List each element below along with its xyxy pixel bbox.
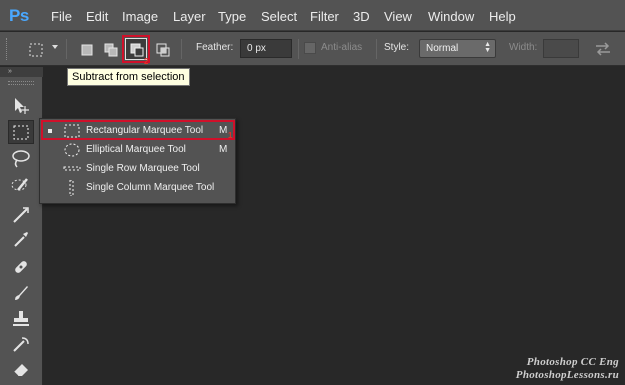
swap-arrows-icon[interactable] (594, 41, 612, 57)
quick-selection-icon (11, 178, 28, 191)
menu-type[interactable]: Type (218, 9, 246, 24)
panel-collapse-bar[interactable]: » (0, 67, 43, 77)
tool-move[interactable] (8, 94, 34, 118)
eraser-icon (13, 364, 28, 377)
width-input[interactable] (543, 39, 579, 58)
clone-stamp-icon (13, 311, 29, 326)
separator (66, 39, 67, 59)
flyout-item-single-row-marquee[interactable]: Single Row Marquee Tool (41, 159, 234, 178)
add-to-selection-button[interactable] (99, 38, 121, 60)
tooltip: Subtract from selection (67, 68, 190, 86)
menu-view[interactable]: View (384, 9, 412, 24)
flyout-item-label: Single Row Marquee Tool (86, 163, 200, 174)
tool-clone-stamp[interactable] (8, 307, 34, 331)
single-row-icon (63, 166, 81, 171)
tools-panel: » (0, 67, 43, 385)
chevron-down-icon[interactable] (52, 45, 58, 49)
tool-history-brush[interactable] (8, 333, 34, 357)
rect-marquee-preset-icon (29, 43, 43, 57)
feather-input[interactable]: 0 px (240, 39, 292, 58)
menu-layer[interactable]: Layer (173, 9, 206, 24)
intersect-selection-icon (156, 43, 170, 57)
menu-3d[interactable]: 3D (353, 9, 370, 24)
tool-lasso[interactable] (8, 147, 34, 171)
move-icon (15, 98, 29, 114)
history-brush-icon (13, 337, 29, 352)
menu-bar: Ps File Edit Image Layer Type Select Fil… (0, 0, 625, 31)
watermark-line1: Photoshop CC Eng (526, 356, 619, 368)
flyout-item-highlight (41, 120, 235, 140)
rectangular-marquee-icon (13, 125, 29, 140)
tool-brush[interactable] (8, 281, 34, 305)
separator (181, 39, 182, 59)
separator (376, 39, 377, 59)
new-selection-button[interactable] (75, 38, 97, 60)
antialias-label: Anti-alias (321, 42, 363, 53)
add-to-selection-icon (104, 43, 118, 57)
width-label: Width: (509, 42, 538, 53)
options-grip[interactable] (6, 38, 8, 60)
menu-select[interactable]: Select (261, 9, 297, 24)
antialias-checkbox[interactable] (304, 42, 316, 54)
menu-image[interactable]: Image (122, 9, 158, 24)
flyout-item-elliptical-marquee[interactable]: Elliptical Marquee Tool M (41, 140, 234, 159)
tool-rectangular-marquee[interactable] (8, 120, 34, 144)
style-select[interactable]: Normal ▲ ▼ (419, 39, 496, 58)
style-label: Style: (384, 42, 410, 53)
flyout-item-label: Elliptical Marquee Tool (86, 144, 186, 155)
step-marker-2: 2 (144, 57, 149, 66)
lasso-icon (12, 150, 30, 168)
feather-label: Feather: (196, 42, 234, 53)
watermark-line2: PhotoshopLessons.ru (515, 369, 619, 381)
watermark: Photoshop CC Eng PhotoshopLessons.ru (516, 356, 619, 382)
menu-window[interactable]: Window (428, 9, 474, 24)
tool-eyedropper[interactable] (8, 227, 34, 251)
tool-healing-brush[interactable] (8, 255, 34, 279)
tool-eraser[interactable] (8, 357, 34, 381)
ellipse-marquee-icon (64, 143, 80, 157)
updown-arrows-icon: ▲ ▼ (484, 41, 491, 54)
new-selection-icon (81, 44, 93, 56)
style-select-value: Normal (426, 43, 459, 54)
menu-edit[interactable]: Edit (86, 9, 108, 24)
panel-grip[interactable] (8, 81, 34, 85)
double-chevron-icon[interactable]: » (8, 68, 12, 75)
tool-preset-picker[interactable] (24, 38, 46, 60)
step-marker-1: 1 (228, 131, 233, 140)
flyout-item-label: Single Column Marquee Tool (86, 182, 215, 193)
intersect-selection-button[interactable] (151, 38, 173, 60)
tool-quick-selection[interactable] (8, 173, 34, 197)
brush-icon (15, 286, 28, 300)
menu-filter[interactable]: Filter (310, 9, 339, 24)
healing-brush-icon (15, 261, 27, 273)
menu-file[interactable]: File (51, 9, 72, 24)
tool-crop[interactable] (8, 203, 34, 227)
shortcut-key: M (219, 144, 228, 155)
separator (298, 39, 299, 59)
eyedropper-icon (14, 232, 28, 247)
photoshop-logo: Ps (9, 6, 29, 25)
menu-help[interactable]: Help (489, 9, 516, 24)
single-column-icon (69, 180, 74, 196)
flyout-item-single-column-marquee[interactable]: Single Column Marquee Tool (41, 178, 234, 197)
crop-icon (13, 207, 29, 223)
